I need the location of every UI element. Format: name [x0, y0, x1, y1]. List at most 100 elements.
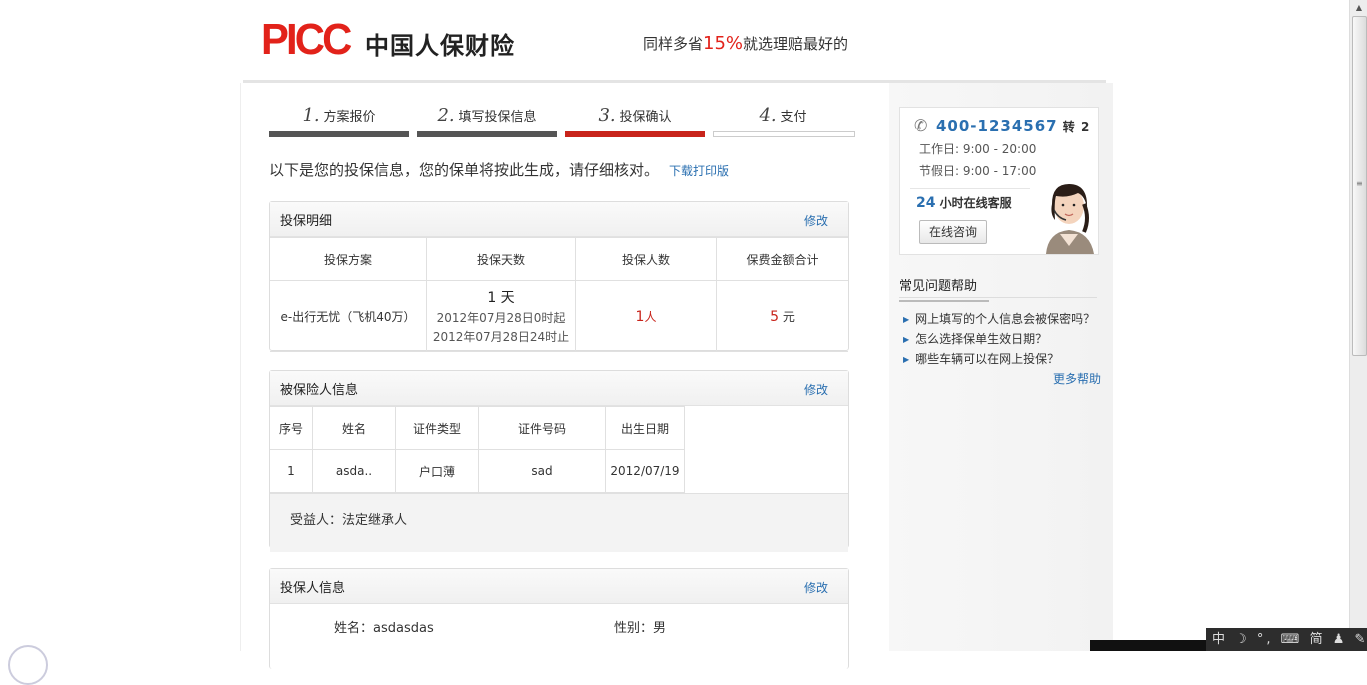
insured-table: 序号 姓名 证件类型 证件号码 出生日期 1 asda.. 户口薄 sad 20… [270, 406, 685, 493]
table-cell: 1 [270, 449, 313, 493]
step-number: 3. [598, 105, 616, 126]
col-header: 序号 [270, 406, 313, 450]
edit-applicant-link[interactable]: 修改 [804, 569, 828, 607]
table-cell: asda.. [312, 449, 396, 493]
policy-detail-panel: 投保明细 修改 投保方案 投保天数 投保人数 保费金额合计 e-出行无忧（飞机4… [269, 201, 849, 352]
panel-title: 投保人信息 [280, 581, 346, 596]
step-number: 2. [437, 105, 455, 126]
step-number: 1. [302, 105, 320, 126]
phone-icon: ✆ [914, 116, 929, 135]
logo-chinese-name: 中国人保财险 [365, 32, 515, 60]
panel-title: 投保明细 [280, 214, 333, 229]
col-header: 证件号码 [478, 406, 606, 450]
step-label: 投保确认 [619, 110, 672, 125]
step-2: 2. 填写投保信息 [417, 103, 557, 137]
table-cell: sad [478, 449, 606, 493]
scroll-thumb[interactable]: ≡ [1352, 16, 1367, 356]
workday-hours: 工作日: 9:00 - 20:00 [919, 142, 1037, 156]
page-header: PICC 中国人保财险 同样多省15%就选理赔最好的 [243, 0, 1106, 83]
applicant-gender: 性别：男 [614, 617, 666, 636]
panel-header: 投保明细 修改 [270, 202, 848, 237]
online-hours: 24 [916, 195, 936, 211]
divider [899, 297, 1097, 298]
triangle-right-icon: ▶ [903, 315, 910, 324]
step-3: 3. 投保确认 [565, 103, 705, 137]
panel-header: 被保险人信息 修改 [270, 371, 848, 406]
online-chat-button[interactable]: 在线咨询 [919, 220, 987, 244]
edit-insured-link[interactable]: 修改 [804, 371, 828, 409]
slogan-percent: 15% [703, 33, 744, 54]
more-help-link[interactable]: 更多帮助 [1053, 370, 1101, 387]
faq-item[interactable]: ▶ 哪些车辆可以在网上投保？ [903, 350, 1059, 367]
triangle-right-icon: ▶ [903, 355, 910, 364]
col-header: 保费金额合计 [716, 237, 848, 281]
persons-unit: 人 [644, 309, 657, 324]
main-content: 1. 方案报价 2. 填写投保信息 3. 投保确认 4. 支付 以下是您的投保信… [240, 83, 889, 669]
faq-item[interactable]: ▶ 网上填写的个人信息会被保密吗？ [903, 310, 1095, 327]
faq-item-label: 怎么选择保单生效日期？ [915, 332, 1048, 346]
col-header: 出生日期 [605, 406, 685, 450]
col-header: 投保方案 [270, 237, 427, 281]
step-label: 方案报价 [323, 110, 376, 125]
edit-policy-link[interactable]: 修改 [804, 202, 828, 240]
panel-header: 投保人信息 修改 [270, 569, 848, 604]
step-number: 4. [759, 105, 777, 126]
slogan-suffix: 就选理赔最好的 [743, 35, 849, 53]
table-row: 1 asda.. 户口薄 sad 2012/07/19 [270, 449, 685, 493]
step-4: 4. 支付 [713, 103, 855, 137]
hotline-ext: 转 2 [1057, 120, 1091, 134]
picc-logo[interactable]: PICC [261, 18, 352, 62]
beneficiary-row: 受益人：法定继承人 [270, 493, 848, 552]
table-header-row: 序号 姓名 证件类型 证件号码 出生日期 [270, 406, 685, 450]
intro-message: 以下是您的投保信息，您的保单将按此生成，请仔细核对。 [269, 161, 660, 179]
slogan: 同样多省15%就选理赔最好的 [643, 33, 848, 54]
divider [910, 188, 1030, 189]
applicant-info-panel: 投保人信息 修改 姓名：asdasdas 性别：男 [269, 568, 849, 669]
step-bar [565, 131, 705, 137]
online-service: 24 小时在线客服 [916, 194, 1012, 211]
slogan-prefix: 同样多省 [643, 35, 704, 53]
faq-item-label: 网上填写的个人信息会被保密吗？ [915, 312, 1096, 326]
amount-value: 5 [770, 308, 780, 325]
faq-item-label: 哪些车辆可以在网上投保？ [915, 352, 1060, 366]
amount-cell: 5 元 [716, 280, 848, 352]
days-cell: 1 天 2012年07月28日0时起 2012年07月28日24时止 [426, 280, 576, 352]
plan-cell: e-出行无忧（飞机40万） [270, 280, 427, 352]
gender-label: 性别： [614, 621, 654, 636]
step-bar [713, 131, 855, 137]
table-row: e-出行无忧（飞机40万） 1 天 2012年07月28日0时起 2012年07… [270, 280, 848, 352]
step-bar [417, 131, 557, 137]
hotline: ✆ 400-1234567 转 2 [914, 116, 1090, 135]
online-label: 小时在线客服 [935, 196, 1012, 210]
step-1: 1. 方案报价 [269, 103, 409, 137]
holiday-hours: 节假日: 9:00 - 17:00 [919, 164, 1037, 178]
faq-item[interactable]: ▶ 怎么选择保单生效日期？ [903, 330, 1047, 347]
end-date: 2012年07月28日24时止 [432, 330, 570, 344]
col-header: 证件类型 [395, 406, 479, 450]
applicant-name: 姓名：asdasdas [334, 621, 434, 636]
download-print-link[interactable]: 下载打印版 [669, 164, 729, 178]
corner-widget-icon[interactable] [8, 645, 48, 685]
ime-toolbar[interactable]: 中 ☽ °, ⌨ 简 ♟ ✎ [1206, 628, 1367, 651]
table-cell: 户口薄 [395, 449, 479, 493]
start-date: 2012年07月28日0时起 [436, 311, 566, 325]
persons-cell: 1人 [575, 280, 717, 352]
col-header: 姓名 [312, 406, 396, 450]
step-label: 支付 [780, 110, 807, 125]
amount-unit: 元 [779, 309, 795, 324]
days-value: 1 天 [487, 290, 515, 306]
hotline-number: 400-1234567 [936, 117, 1058, 135]
policy-table: 投保方案 投保天数 投保人数 保费金额合计 e-出行无忧（飞机40万） 1 天 … [270, 237, 848, 352]
panel-title: 被保险人信息 [280, 383, 359, 398]
step-label: 填写投保信息 [458, 110, 537, 125]
gender-value: 男 [653, 621, 667, 636]
contact-box: ✆ 400-1234567 转 2 工作日: 9:00 - 20:00 节假日: … [899, 107, 1099, 255]
step-bar [269, 131, 409, 137]
col-header: 投保天数 [426, 237, 576, 281]
vertical-scrollbar[interactable]: ▲ ≡ [1349, 0, 1367, 651]
sidebar: ✆ 400-1234567 转 2 工作日: 9:00 - 20:00 节假日: … [889, 83, 1113, 651]
triangle-right-icon: ▶ [903, 335, 910, 344]
grip-icon: ≡ [1356, 179, 1363, 188]
scroll-up-arrow-icon[interactable]: ▲ [1350, 0, 1367, 16]
table-header-row: 投保方案 投保天数 投保人数 保费金额合计 [270, 237, 848, 281]
